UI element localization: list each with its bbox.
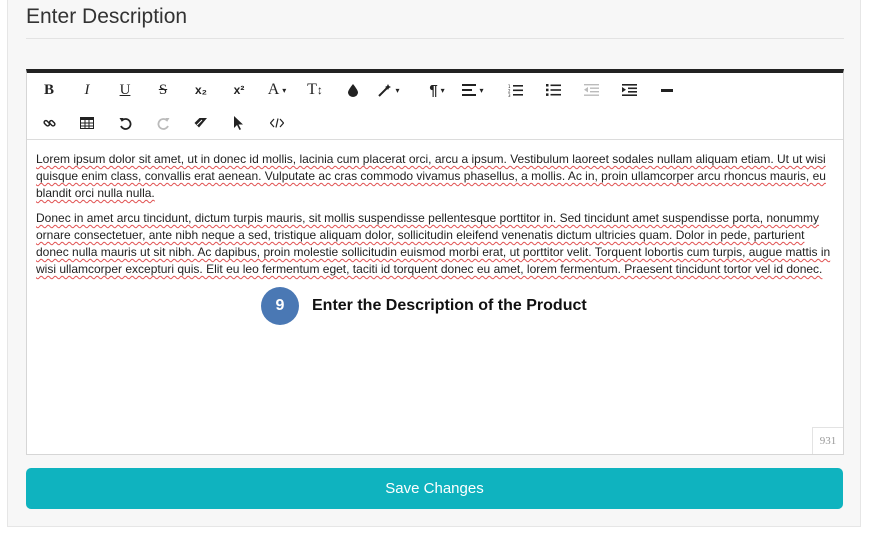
table-button[interactable]	[69, 108, 105, 138]
ordered-list-icon: 123	[508, 84, 523, 97]
paragraph-icon: ¶	[429, 81, 438, 99]
font-color-icon: A	[267, 81, 280, 98]
chevron-down-icon: ▾	[440, 85, 445, 95]
eraser-icon	[194, 118, 207, 128]
subscript-button[interactable]: x₂	[183, 75, 219, 105]
clear-format-button[interactable]	[183, 108, 219, 138]
svg-text:3: 3	[508, 93, 511, 97]
align-left-icon	[462, 84, 477, 96]
chevron-down-icon: ▾	[395, 85, 400, 95]
strikethrough-button[interactable]: S	[145, 75, 181, 105]
character-count: 931	[812, 427, 843, 454]
editor-content-area[interactable]: Lorem ipsum dolor sit amet, ut in donec …	[36, 151, 836, 286]
paragraph-button[interactable]: ¶ ▾	[419, 75, 455, 105]
horizontal-rule-button[interactable]	[649, 75, 685, 105]
page-title: Enter Description	[26, 5, 188, 28]
save-changes-button[interactable]: Save Changes	[26, 468, 843, 509]
align-button[interactable]: ▾	[455, 75, 491, 105]
text-color-button[interactable]	[335, 75, 371, 105]
text-height-icon: ↕	[316, 83, 323, 97]
link-button[interactable]	[31, 108, 67, 138]
superscript-button[interactable]: x²	[221, 75, 257, 105]
ordered-list-button[interactable]: 123	[497, 75, 533, 105]
undo-icon	[119, 117, 131, 130]
bullet-list-icon	[545, 84, 561, 96]
redo-button[interactable]	[145, 108, 181, 138]
indent-button[interactable]	[611, 75, 647, 105]
magic-wand-button[interactable]: ▾	[371, 75, 407, 105]
code-view-button[interactable]	[259, 108, 295, 138]
code-icon	[270, 118, 284, 128]
unordered-list-button[interactable]	[535, 75, 571, 105]
chevron-down-icon: ▾	[479, 85, 484, 95]
italic-button[interactable]: I	[69, 75, 105, 105]
link-icon	[42, 119, 56, 127]
editor-paragraph: Lorem ipsum dolor sit amet, ut in donec …	[36, 152, 826, 200]
title-divider	[26, 38, 844, 39]
underline-button[interactable]: U	[107, 75, 143, 105]
undo-button[interactable]	[107, 108, 143, 138]
bold-button[interactable]: B	[31, 75, 67, 105]
text-size-button[interactable]: T ↕	[297, 75, 333, 105]
step-instruction: Enter the Description of the Product	[312, 297, 587, 314]
text-size-icon: T	[307, 81, 317, 98]
chevron-down-icon: ▾	[282, 85, 287, 95]
droplet-icon	[348, 83, 358, 97]
font-color-button[interactable]: A ▾	[259, 75, 295, 105]
editor-paragraph: Donec in amet arcu tincidunt, dictum tur…	[36, 211, 831, 276]
table-icon	[80, 117, 94, 129]
editor-toolbar: B I U S x₂ x² A ▾ T ↕ ▾ ¶ ▾ ▾ 1 2 3	[27, 73, 843, 140]
outdent-button[interactable]	[573, 75, 609, 105]
magic-wand-icon	[378, 84, 392, 97]
outdent-icon	[583, 84, 599, 96]
cursor-icon	[234, 116, 243, 130]
horizontal-rule-icon	[661, 88, 673, 92]
redo-icon	[157, 117, 169, 130]
rich-text-editor: B I U S x₂ x² A ▾ T ↕ ▾ ¶ ▾ ▾ 1 2 3 Lore…	[26, 69, 844, 455]
select-cursor-button[interactable]	[221, 108, 257, 138]
indent-icon	[621, 84, 637, 96]
description-panel: Enter Description B I U S x₂ x² A▾ T↕	[7, 0, 861, 527]
step-callout: 9 Enter the Description of the Product	[261, 287, 587, 325]
step-number-badge: 9	[261, 287, 299, 325]
